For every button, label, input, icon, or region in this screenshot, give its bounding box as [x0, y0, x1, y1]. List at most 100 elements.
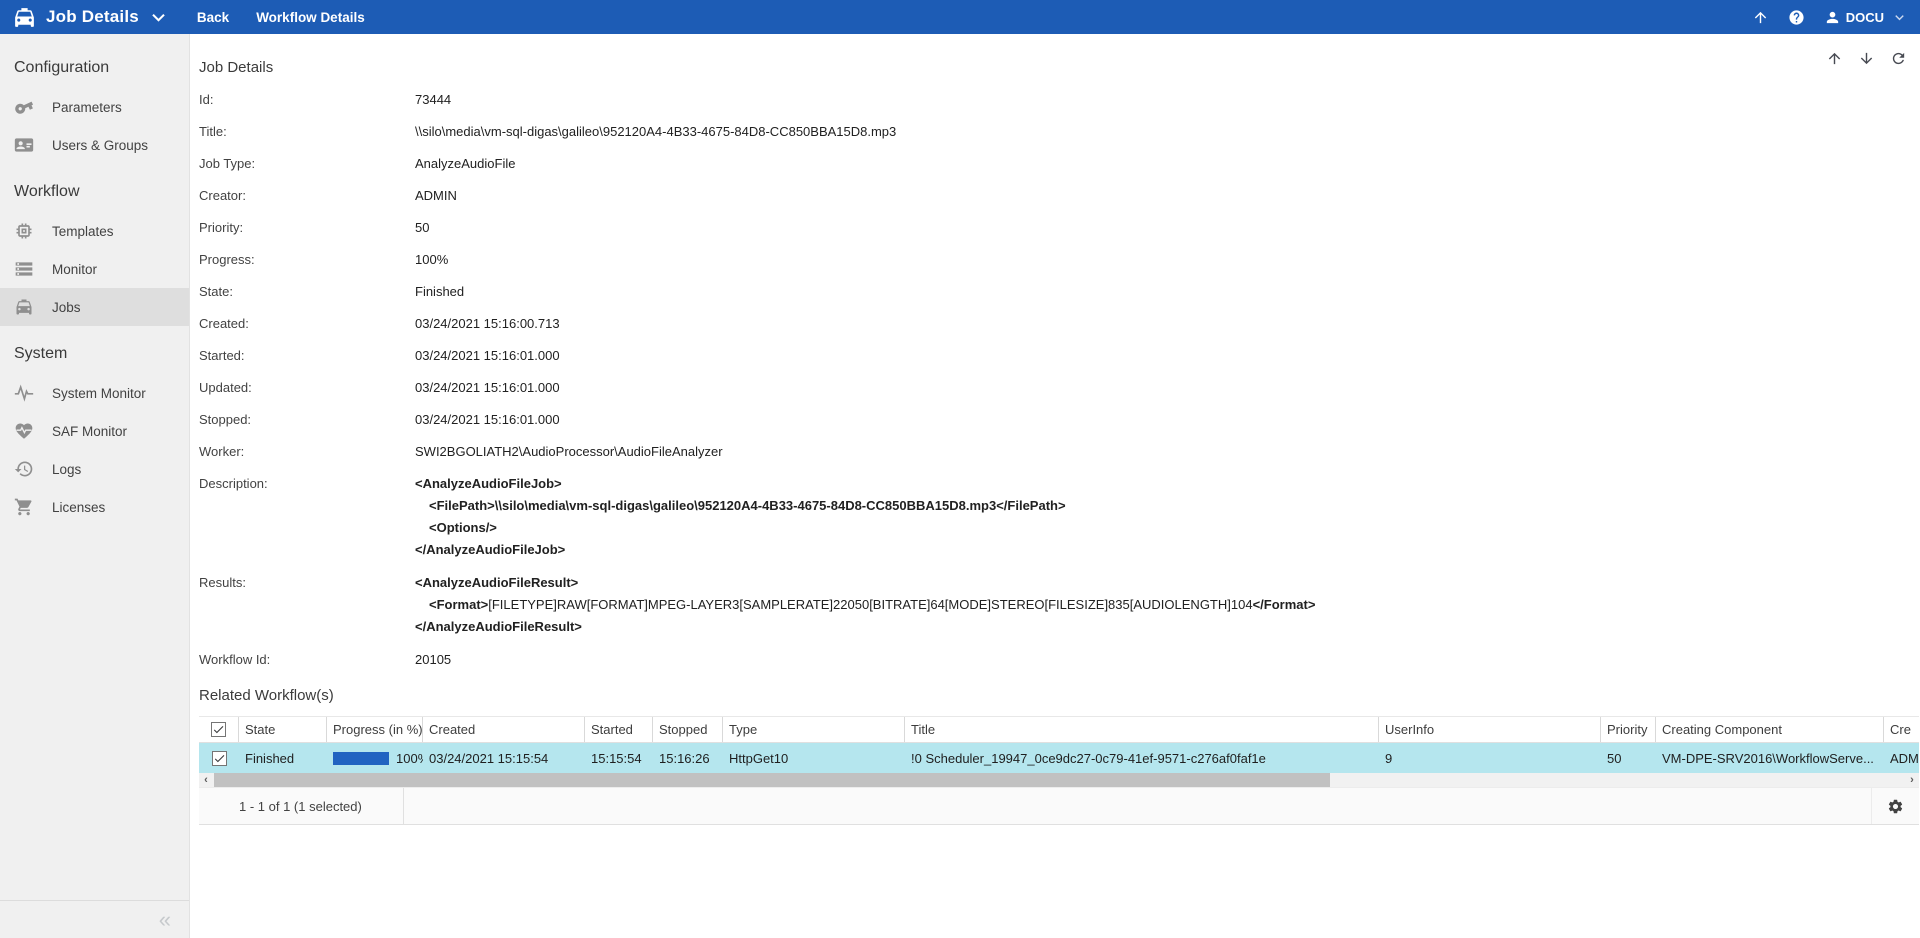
sidebar-item-users-groups[interactable]: Users & Groups	[0, 126, 189, 164]
scrollbar-right-arrow[interactable]: ›	[1905, 773, 1919, 787]
cell-title: !0 Scheduler_19947_0ce9dc27-0c79-41ef-95…	[905, 743, 1379, 773]
column-header-progress[interactable]: Progress (in %)	[327, 717, 423, 742]
field-label: Title:	[199, 121, 415, 143]
sidebar-item-monitor[interactable]: Monitor	[0, 250, 189, 288]
pulse-icon	[14, 383, 34, 403]
main-panel: Job Details Id:73444 Title:\\silo\media\…	[190, 34, 1920, 938]
sidebar-collapse-bar: «	[0, 900, 189, 938]
heart-pulse-icon	[14, 421, 34, 441]
sidebar-item-label: Monitor	[52, 262, 97, 277]
field-label: Stopped:	[199, 409, 415, 431]
field-label: Progress:	[199, 249, 415, 271]
table-row[interactable]: Finished 100% 03/24/2021 15:15:54 15:15:…	[199, 743, 1919, 773]
collapse-sidebar-button[interactable]: «	[159, 909, 171, 931]
chevron-down-icon	[1891, 9, 1908, 26]
sidebar-item-jobs[interactable]: Jobs	[0, 288, 189, 326]
field-label: Created:	[199, 313, 415, 335]
sidebar: Configuration Parameters Users & Groups …	[0, 34, 190, 938]
field-label: Id:	[199, 89, 415, 111]
field-value: Finished	[415, 281, 464, 303]
table-footer: 1 - 1 of 1 (1 selected)	[199, 787, 1919, 825]
sidebar-item-label: Templates	[52, 224, 114, 239]
field-label: Workflow Id:	[199, 649, 415, 671]
user-name: DOCU	[1846, 10, 1884, 25]
section-configuration: Configuration	[0, 58, 189, 78]
sidebar-item-label: System Monitor	[52, 386, 146, 401]
related-workflows-title: Related Workflow(s)	[199, 687, 1920, 704]
related-workflows-table: State Progress (in %) Created Started St…	[199, 716, 1919, 825]
field-value: 20105	[415, 649, 451, 671]
taxi-icon	[14, 297, 34, 317]
sidebar-item-licenses[interactable]: Licenses	[0, 488, 189, 526]
cell-userinfo: 9	[1379, 743, 1601, 773]
field-value: 03/24/2021 15:16:01.000	[415, 409, 560, 431]
sidebar-item-parameters[interactable]: Parameters	[0, 88, 189, 126]
sidebar-item-label: Parameters	[52, 100, 122, 115]
progress-label: 100%	[396, 751, 423, 766]
column-header-priority[interactable]: Priority	[1601, 717, 1656, 742]
gear-icon[interactable]	[1887, 798, 1904, 815]
cell-creator: ADM	[1884, 743, 1919, 773]
sidebar-item-label: SAF Monitor	[52, 424, 127, 439]
column-header-stopped[interactable]: Stopped	[653, 717, 723, 742]
sidebar-item-system-monitor[interactable]: System Monitor	[0, 374, 189, 412]
row-count-text: 1 - 1 of 1 (1 selected)	[199, 788, 404, 824]
field-label: Job Type:	[199, 153, 415, 175]
cell-state: Finished	[239, 743, 327, 773]
description-xml: <AnalyzeAudioFileJob> <FilePath>\\silo\m…	[415, 473, 1066, 561]
scrollbar-thumb[interactable]	[214, 773, 1330, 787]
nav-back[interactable]: Back	[197, 10, 229, 25]
field-label: Started:	[199, 345, 415, 367]
help-icon[interactable]	[1788, 9, 1805, 26]
column-header-creator[interactable]: Cre	[1884, 717, 1919, 742]
scroll-top-button[interactable]	[1826, 50, 1843, 67]
column-header-state[interactable]: State	[239, 717, 327, 742]
column-header-created[interactable]: Created	[423, 717, 585, 742]
field-label: Creator:	[199, 185, 415, 207]
history-icon	[14, 459, 34, 479]
field-value: 100%	[415, 249, 448, 271]
column-header-started[interactable]: Started	[585, 717, 653, 742]
field-value: 73444	[415, 89, 451, 111]
row-checkbox[interactable]	[212, 751, 227, 766]
horizontal-scrollbar[interactable]: ‹ ›	[199, 773, 1919, 787]
column-header-title[interactable]: Title	[905, 717, 1379, 742]
section-workflow: Workflow	[0, 182, 189, 202]
nav-workflow-details[interactable]: Workflow Details	[256, 10, 365, 25]
sidebar-item-label: Licenses	[52, 500, 105, 515]
column-header-type[interactable]: Type	[723, 717, 905, 742]
upload-icon[interactable]	[1752, 9, 1769, 26]
field-value: 03/24/2021 15:16:01.000	[415, 345, 560, 367]
section-system: System	[0, 344, 189, 364]
server-icon	[14, 259, 34, 279]
field-value: \\silo\media\vm-sql-digas\galileo\952120…	[415, 121, 896, 143]
user-menu[interactable]: DOCU	[1824, 9, 1908, 26]
key-icon	[14, 97, 34, 117]
topbar-nav: Back Workflow Details	[197, 10, 365, 25]
scroll-bottom-button[interactable]	[1858, 50, 1875, 67]
field-value: SWI2BGOLIATH2\AudioProcessor\AudioFileAn…	[415, 441, 723, 463]
app-title-dropdown[interactable]: Job Details	[12, 5, 171, 30]
cell-creating-component: VM-DPE-SRV2016\WorkflowServe...	[1656, 743, 1884, 773]
progress-bar	[333, 752, 389, 765]
cell-created: 03/24/2021 15:15:54	[423, 743, 585, 773]
field-value: ADMIN	[415, 185, 457, 207]
sidebar-item-saf-monitor[interactable]: SAF Monitor	[0, 412, 189, 450]
column-header-creating-component[interactable]: Creating Component	[1656, 717, 1884, 742]
select-all-checkbox[interactable]	[211, 722, 226, 737]
field-value: 03/24/2021 15:16:01.000	[415, 377, 560, 399]
field-label: Description:	[199, 473, 415, 561]
column-header-userinfo[interactable]: UserInfo	[1379, 717, 1601, 742]
app-title: Job Details	[46, 7, 139, 27]
cart-icon	[14, 497, 34, 517]
chip-icon	[14, 221, 34, 241]
sidebar-item-templates[interactable]: Templates	[0, 212, 189, 250]
sidebar-item-label: Users & Groups	[52, 138, 148, 153]
scrollbar-left-arrow[interactable]: ‹	[199, 773, 213, 787]
cell-priority: 50	[1601, 743, 1656, 773]
field-label: Results:	[199, 572, 415, 638]
sidebar-item-logs[interactable]: Logs	[0, 450, 189, 488]
cell-type: HttpGet10	[723, 743, 905, 773]
cell-progress: 100%	[327, 743, 423, 773]
refresh-button[interactable]	[1890, 50, 1907, 67]
